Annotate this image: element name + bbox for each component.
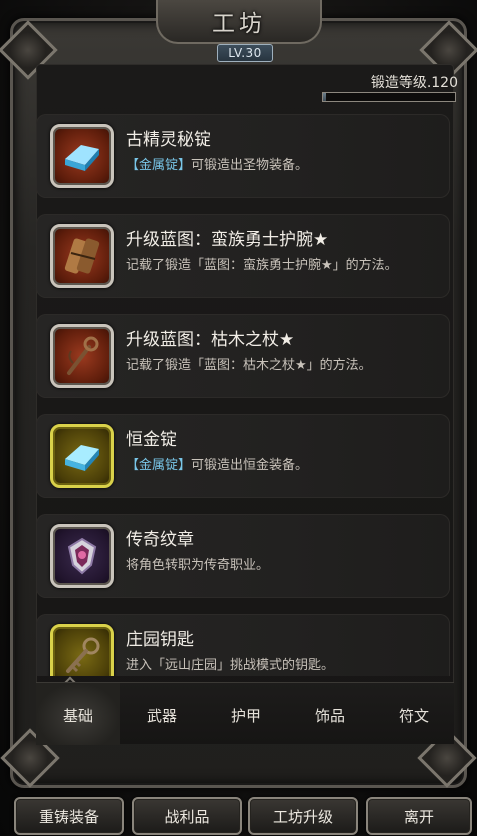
forge-level-label: 锻造等级.120 (370, 75, 458, 91)
workshop-upgrade-button[interactable]: 工坊升级 (248, 797, 358, 835)
forge-progress-fill (323, 93, 326, 101)
item-icon-frame (50, 424, 114, 488)
item-icon-frame (50, 324, 114, 388)
list-item[interactable]: 庄园钥匙 进入「远山庄园」挑战模式的钥匙。 (36, 614, 450, 676)
blue-ingot-icon (65, 145, 99, 171)
item-icon-frame (50, 624, 114, 676)
tab-runes[interactable]: 符文 (372, 683, 456, 745)
list-item[interactable]: 升级蓝图：蛮族勇士护腕★ 记载了锻造「蓝图：蛮族勇士护腕★」的方法。 (36, 214, 450, 298)
loot-button[interactable]: 战利品 (132, 797, 242, 835)
key-icon (66, 637, 100, 673)
list-item[interactable]: 升级蓝图：枯木之杖★ 记载了锻造「蓝图：枯木之杖★」的方法。 (36, 314, 450, 398)
item-name: 庄园钥匙 (126, 630, 194, 650)
emblem-icon (67, 537, 97, 575)
list-item[interactable]: 传奇纹章 将角色转职为传奇职业。 (36, 514, 450, 598)
item-description: 将角色转职为传奇职业。 (126, 558, 270, 573)
workshop-level-badge: LV.30 (217, 44, 273, 62)
item-icon-frame (50, 524, 114, 588)
item-name: 恒金锭 (126, 430, 177, 450)
category-tabs: 基础 武器 护甲 饰品 符文 (36, 682, 456, 745)
page-title: 工坊 (212, 11, 266, 37)
tab-weapons[interactable]: 武器 (120, 683, 204, 745)
staff-blueprint-icon (67, 336, 99, 375)
item-name: 升级蓝图：枯木之杖★ (126, 330, 295, 350)
bracer-blueprint-icon (64, 238, 100, 274)
list-item[interactable]: 恒金锭 【金属锭】可锻造出恒金装备。 (36, 414, 450, 498)
item-list[interactable]: 古精灵秘锭 【金属锭】可锻造出圣物装备。 升级蓝图：蛮族勇士护腕★ 记载了锻造「… (36, 114, 454, 676)
item-name: 传奇纹章 (126, 530, 194, 550)
item-name: 升级蓝图：蛮族勇士护腕★ (126, 230, 329, 250)
item-description: 【金属锭】可锻造出圣物装备。 (126, 158, 309, 173)
forge-progress-bar (322, 92, 456, 102)
item-name: 古精灵秘锭 (126, 130, 211, 150)
title-plate: 工坊 (156, 0, 322, 44)
blue-ingot-icon (65, 445, 99, 471)
leave-button[interactable]: 离开 (366, 797, 472, 835)
item-description: 记载了锻造「蓝图：枯木之杖★」的方法。 (126, 358, 372, 373)
item-icon-frame (50, 124, 114, 188)
item-description: 进入「远山庄园」挑战模式的钥匙。 (126, 658, 335, 673)
reforge-equipment-button[interactable]: 重铸装备 (14, 797, 124, 835)
item-description: 记载了锻造「蓝图：蛮族勇士护腕★」的方法。 (126, 258, 398, 273)
tab-armor[interactable]: 护甲 (204, 683, 288, 745)
tab-accessories[interactable]: 饰品 (288, 683, 372, 745)
item-description: 【金属锭】可锻造出恒金装备。 (126, 458, 309, 473)
item-icon-frame (50, 224, 114, 288)
list-item[interactable]: 古精灵秘锭 【金属锭】可锻造出圣物装备。 (36, 114, 450, 198)
tab-basic[interactable]: 基础 (36, 683, 120, 745)
